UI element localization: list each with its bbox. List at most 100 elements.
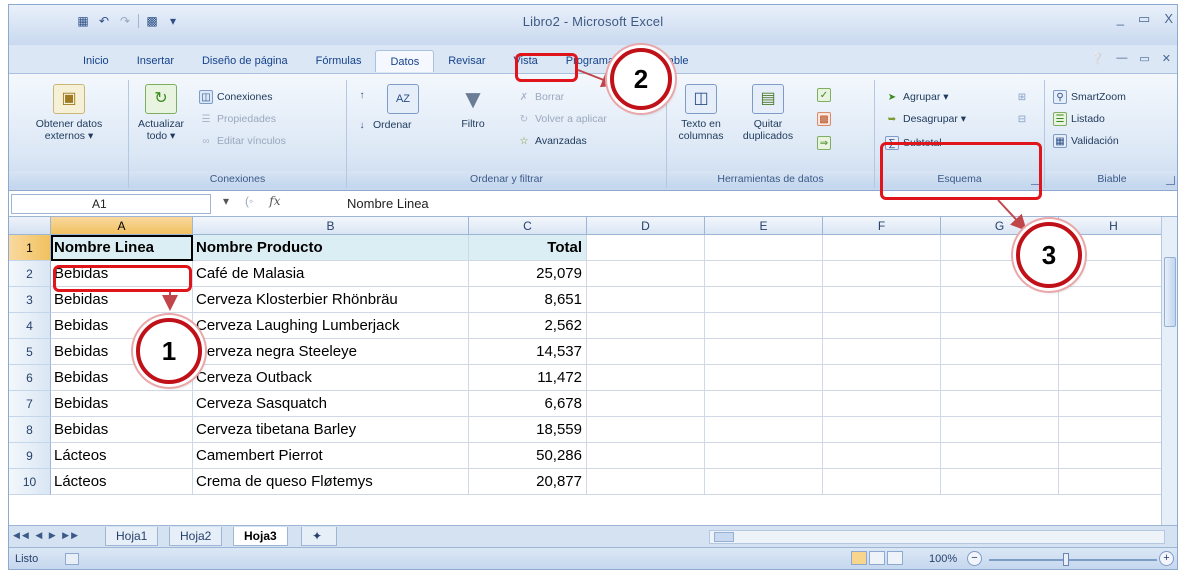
desagrupar-button[interactable]: ➥ Desagrupar ▾ <box>885 110 966 128</box>
cell-h3[interactable] <box>1059 287 1169 313</box>
column-header-c[interactable]: C <box>469 217 587 235</box>
cell-c2[interactable]: 25,079 <box>469 261 587 287</box>
cell-h5[interactable] <box>1059 339 1169 365</box>
cell-b10[interactable]: Crema de queso Fløtemys <box>193 469 469 495</box>
cell-f1[interactable] <box>823 235 941 261</box>
cell-d4[interactable] <box>587 313 705 339</box>
cell-b8[interactable]: Cerveza tibetana Barley <box>193 417 469 443</box>
consolidate-button[interactable]: ▩ <box>817 110 831 128</box>
cell-c3[interactable]: 8,651 <box>469 287 587 313</box>
cell-d8[interactable] <box>587 417 705 443</box>
sort-dialog-button[interactable]: AZ <box>383 84 423 118</box>
horizontal-scroll-thumb[interactable] <box>714 532 734 542</box>
insert-function-icon[interactable]: fx <box>269 194 280 208</box>
texto-columnas-button[interactable]: ◫ Texto en columnas <box>671 84 731 142</box>
row-header[interactable]: 6 <box>9 365 51 391</box>
page-layout-view-button[interactable] <box>869 551 885 565</box>
tab-datos[interactable]: Datos <box>375 50 435 72</box>
cell-b3[interactable]: Cerveza Klosterbier Rhönbräu <box>193 287 469 313</box>
data-validation-button[interactable]: ✓ <box>817 86 831 104</box>
column-header-a[interactable]: A <box>51 217 193 235</box>
tab-diseno-pagina[interactable]: Diseño de página <box>188 50 302 72</box>
cell-h7[interactable] <box>1059 391 1169 417</box>
row-header[interactable]: 1 <box>9 235 51 261</box>
cell-f4[interactable] <box>823 313 941 339</box>
formula-input[interactable]: Nombre Linea <box>347 196 429 211</box>
cell-c9[interactable]: 50,286 <box>469 443 587 469</box>
cell-d7[interactable] <box>587 391 705 417</box>
sheet-tab-hoja2[interactable]: Hoja2 <box>169 527 223 546</box>
cell-g8[interactable] <box>941 417 1059 443</box>
cell-b4[interactable]: Cerveza Laughing Lumberjack <box>193 313 469 339</box>
cell-c4[interactable]: 2,562 <box>469 313 587 339</box>
cell-f5[interactable] <box>823 339 941 365</box>
cell-d2[interactable] <box>587 261 705 287</box>
macro-record-icon[interactable] <box>65 553 79 565</box>
cell-f2[interactable] <box>823 261 941 287</box>
sheet-tab-hoja1[interactable]: Hoja1 <box>105 527 159 546</box>
cell-g3[interactable] <box>941 287 1059 313</box>
help-icon[interactable]: ❔ <box>1091 52 1105 65</box>
cell-d5[interactable] <box>587 339 705 365</box>
smartzoom-button[interactable]: ⚲ SmartZoom <box>1053 88 1126 106</box>
ordenar-button[interactable]: ↓ Ordenar <box>355 116 412 134</box>
row-header[interactable]: 2 <box>9 261 51 287</box>
row-header[interactable]: 10 <box>9 469 51 495</box>
minimize-button[interactable]: _ <box>1117 11 1124 27</box>
insert-sheet-icon[interactable]: ✦ <box>301 527 337 546</box>
ribbon-minimize-icon[interactable]: — <box>1116 52 1127 65</box>
sheet-nav-arrows-icon[interactable]: ◀◀ ◀ ▶ ▶▶ <box>13 530 80 541</box>
zoom-in-icon[interactable]: + <box>1159 551 1174 566</box>
filtro-button[interactable]: ▼ Filtro <box>451 84 495 130</box>
hide-detail-button[interactable]: ⊟ <box>1015 110 1029 128</box>
cell-h4[interactable] <box>1059 313 1169 339</box>
column-header-d[interactable]: D <box>587 217 705 235</box>
cell-e3[interactable] <box>705 287 823 313</box>
cell-e5[interactable] <box>705 339 823 365</box>
cell-f8[interactable] <box>823 417 941 443</box>
tab-inicio[interactable]: Inicio <box>69 50 123 72</box>
conexiones-button[interactable]: ◫ Conexiones <box>199 88 272 106</box>
horizontal-scrollbar[interactable] <box>709 530 1165 544</box>
avanzadas-button[interactable]: ☆ Avanzadas <box>517 132 587 150</box>
column-header-h[interactable]: H <box>1059 217 1169 235</box>
cell-e8[interactable] <box>705 417 823 443</box>
propiedades-button[interactable]: ☰ Propiedades <box>199 110 276 128</box>
sort-az-button[interactable]: ↑ <box>355 86 369 104</box>
sheet-tab-hoja3[interactable]: Hoja3 <box>233 527 288 546</box>
cell-c10[interactable]: 20,877 <box>469 469 587 495</box>
cell-g5[interactable] <box>941 339 1059 365</box>
cell-a9[interactable]: Lácteos <box>51 443 193 469</box>
cell-e6[interactable] <box>705 365 823 391</box>
cell-b2[interactable]: Café de Malasia <box>193 261 469 287</box>
zoom-level[interactable]: 100% <box>929 553 957 565</box>
editar-vinculos-button[interactable]: ∞ Editar vínculos <box>199 132 285 150</box>
cell-g7[interactable] <box>941 391 1059 417</box>
ribbon-restore-icon[interactable]: ▭ <box>1139 52 1149 65</box>
cell-c7[interactable]: 6,678 <box>469 391 587 417</box>
ribbon-close-icon[interactable]: ✕ <box>1162 52 1171 65</box>
maximize-button[interactable]: ▭ <box>1138 11 1150 27</box>
close-button[interactable]: X <box>1164 11 1173 27</box>
validacion-button[interactable]: ▦ Validación <box>1053 132 1119 150</box>
cell-e9[interactable] <box>705 443 823 469</box>
cell-b5[interactable]: Cerveza negra Steeleye <box>193 339 469 365</box>
cell-g10[interactable] <box>941 469 1059 495</box>
cell-c6[interactable]: 11,472 <box>469 365 587 391</box>
page-break-view-button[interactable] <box>887 551 903 565</box>
cell-d1[interactable] <box>587 235 705 261</box>
cell-h8[interactable] <box>1059 417 1169 443</box>
cell-h6[interactable] <box>1059 365 1169 391</box>
cell-c1[interactable]: Total <box>469 235 587 261</box>
cell-c8[interactable]: 18,559 <box>469 417 587 443</box>
row-header[interactable]: 4 <box>9 313 51 339</box>
cell-b1[interactable]: Nombre Producto <box>193 235 469 261</box>
cell-h9[interactable] <box>1059 443 1169 469</box>
cell-d6[interactable] <box>587 365 705 391</box>
formula-expand-icon[interactable]: (◦ <box>245 194 253 208</box>
row-header[interactable]: 5 <box>9 339 51 365</box>
cell-f6[interactable] <box>823 365 941 391</box>
cell-a1[interactable]: Nombre Linea <box>51 235 193 261</box>
column-header-e[interactable]: E <box>705 217 823 235</box>
select-all-corner[interactable] <box>9 217 51 235</box>
